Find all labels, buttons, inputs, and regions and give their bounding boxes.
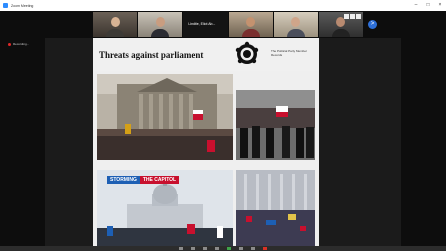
participant-tile[interactable] xyxy=(138,12,183,37)
minimize-icon[interactable]: – xyxy=(413,2,419,8)
participant-gallery-strip: Lindtie, Eliot Ab... xyxy=(93,12,364,37)
zoom-window: Zoom Meeting – □ × Lindtie, Eliot Ab... xyxy=(0,0,446,251)
participant-tile[interactable] xyxy=(273,12,318,37)
grid-view-icon[interactable] xyxy=(344,14,350,19)
next-participants-button[interactable]: > xyxy=(368,20,377,29)
slide-source: The Political Party Member Records xyxy=(271,49,308,57)
photo-capitol-steps-crowd xyxy=(236,170,315,246)
photo-reichstag-crowd xyxy=(97,74,233,160)
chat-icon[interactable] xyxy=(215,247,219,250)
strip-view-icon[interactable] xyxy=(350,14,356,19)
photo-storming-the-capitol: STORMING THE CAPITOL xyxy=(97,170,233,246)
photo-police-line xyxy=(236,90,315,160)
participant-tile[interactable]: Lindtie, Eliot Ab... xyxy=(183,12,228,37)
close-icon[interactable]: × xyxy=(437,2,443,8)
window-title: Zoom Meeting xyxy=(11,3,34,8)
news-banner: STORMING THE CAPITOL xyxy=(107,176,180,184)
participant-name: Lindtie, Eliot Ab... xyxy=(188,22,216,26)
participant-tile[interactable] xyxy=(93,12,138,37)
recording-indicator[interactable]: Recording... xyxy=(8,42,29,46)
video-icon[interactable] xyxy=(191,247,195,250)
title-bar: Zoom Meeting – □ × xyxy=(0,0,446,11)
maximize-icon[interactable]: □ xyxy=(425,2,431,8)
window-controls: – □ × xyxy=(413,2,443,8)
minimize-strip-icon[interactable] xyxy=(356,14,362,19)
mute-icon[interactable] xyxy=(179,247,183,250)
presentation-slide: Threats against parliament The Political… xyxy=(93,38,319,246)
slide-header: Threats against parliament The Political… xyxy=(93,38,319,71)
participants-icon[interactable] xyxy=(203,247,207,250)
banner-right-text: THE CAPITOL xyxy=(139,176,180,184)
screen-share-area: Threats against parliament The Political… xyxy=(45,38,401,246)
zoom-logo-icon xyxy=(3,3,8,8)
meeting-toolbar xyxy=(0,246,446,251)
gallery-view-controls xyxy=(344,14,362,19)
share-screen-icon[interactable] xyxy=(227,247,231,250)
record-icon[interactable] xyxy=(239,247,243,250)
reactions-icon[interactable] xyxy=(251,247,255,250)
recording-label: Recording... xyxy=(13,42,30,46)
participant-tile[interactable] xyxy=(228,12,273,37)
banner-left-text: STORMING xyxy=(107,176,140,184)
participant-tile[interactable] xyxy=(318,12,364,37)
emblem-icon xyxy=(235,41,259,64)
leave-button[interactable] xyxy=(263,247,267,250)
slide-title: Threats against parliament xyxy=(99,50,204,60)
record-dot-icon xyxy=(8,42,11,46)
